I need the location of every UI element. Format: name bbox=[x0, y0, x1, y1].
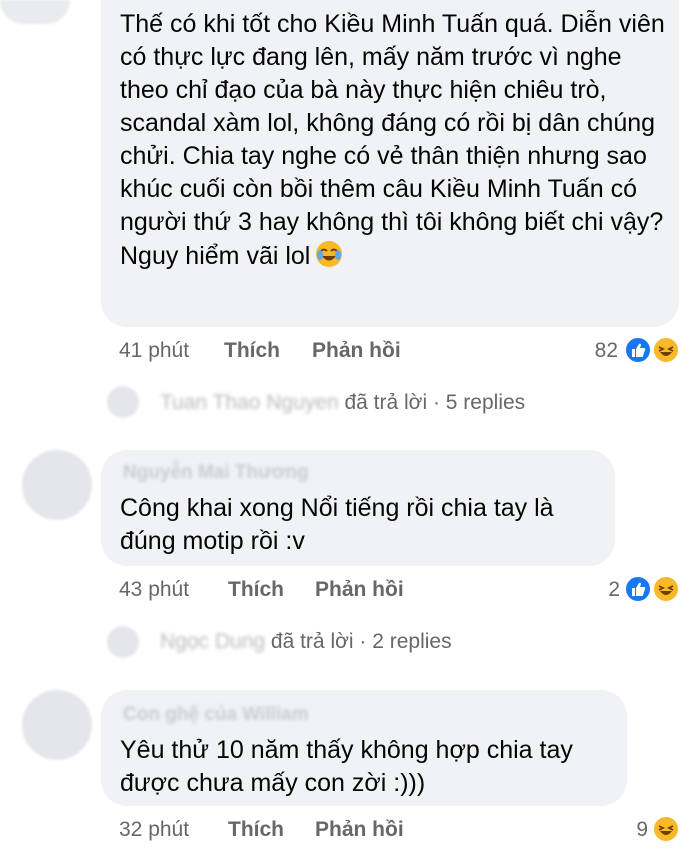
haha-icon[interactable] bbox=[652, 575, 680, 603]
reaction-count[interactable]: 9 bbox=[610, 818, 648, 842]
joy-emoji bbox=[314, 239, 344, 269]
comment-bubble: Con ghệ của William Yêu thử 10 năm thấy … bbox=[101, 690, 627, 806]
like-icon[interactable] bbox=[624, 336, 652, 364]
view-replies-link[interactable]: Tuan Thao Nguyen đã trả lời · 5 replies bbox=[160, 391, 525, 415]
haha-icon[interactable] bbox=[652, 815, 680, 843]
reaction-count[interactable]: 82 bbox=[570, 339, 618, 363]
avatar[interactable] bbox=[22, 690, 92, 760]
replier-name: Tuan Thao Nguyen bbox=[160, 391, 339, 414]
timestamp[interactable]: 41 phút bbox=[119, 339, 189, 363]
reaction-count[interactable]: 2 bbox=[580, 578, 620, 602]
timestamp[interactable]: 32 phút bbox=[119, 818, 189, 842]
comment-text: Công khai xong Nổi tiếng rồi chia tay là… bbox=[120, 494, 561, 555]
reply-button[interactable]: Phản hồi bbox=[315, 578, 404, 602]
like-button[interactable]: Thích bbox=[228, 818, 284, 842]
avatar[interactable] bbox=[0, 0, 70, 24]
like-button[interactable]: Thích bbox=[224, 339, 280, 363]
like-icon[interactable] bbox=[624, 575, 652, 603]
author-name[interactable]: Nguyễn Mai Thương bbox=[123, 462, 309, 484]
comment-text: Thế có khi tốt cho Kiều Minh Tuấn quá. D… bbox=[120, 10, 672, 270]
view-replies-link[interactable]: Ngọc Dung đã trả lời · 2 replies bbox=[160, 630, 452, 654]
replier-avatar bbox=[107, 626, 139, 658]
reply-button[interactable]: Phản hồi bbox=[315, 818, 404, 842]
timestamp[interactable]: 43 phút bbox=[119, 578, 189, 602]
author-name[interactable]: Con ghệ của William bbox=[123, 704, 309, 726]
comment-bubble: Thế có khi tốt cho Kiều Minh Tuấn quá. D… bbox=[101, 0, 679, 327]
replier-name: Ngọc Dung bbox=[160, 630, 266, 653]
replier-avatar bbox=[107, 386, 139, 418]
haha-icon[interactable] bbox=[652, 336, 680, 364]
avatar[interactable] bbox=[22, 450, 92, 520]
comment-bubble: Nguyễn Mai Thương Công khai xong Nổi tiế… bbox=[101, 450, 615, 566]
reply-button[interactable]: Phản hồi bbox=[312, 339, 401, 363]
like-button[interactable]: Thích bbox=[228, 578, 284, 602]
comment-text: Yêu thử 10 năm thấy không hợp chia tay đ… bbox=[120, 736, 580, 797]
